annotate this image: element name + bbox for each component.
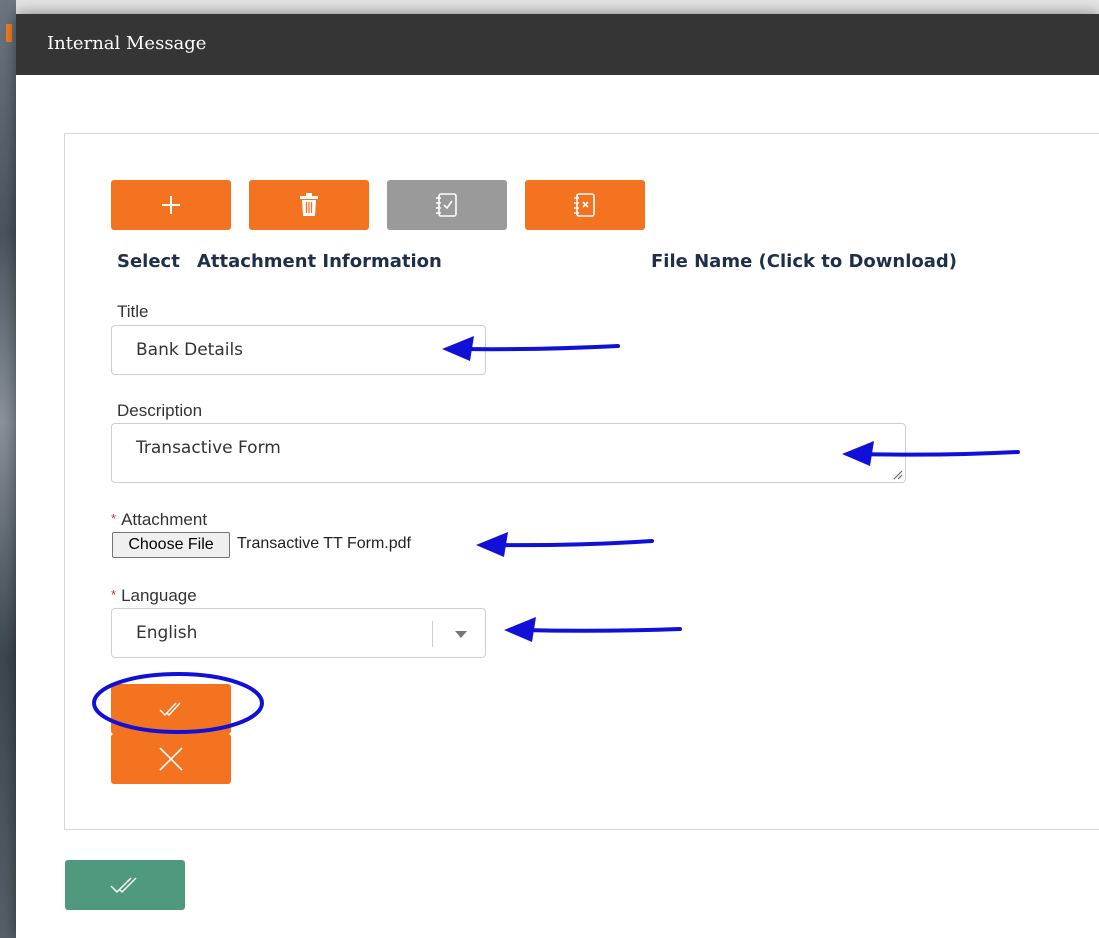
modal-title: Internal Message [47, 33, 207, 54]
attachment-file-name: Transactive TT Form.pdf [237, 535, 411, 552]
save-attachment-button[interactable] [111, 684, 231, 734]
double-check-icon [110, 877, 137, 894]
select-all-button[interactable] [387, 180, 507, 230]
attachment-label-text: Attachment [121, 510, 208, 529]
trash-icon [300, 193, 318, 216]
close-icon [159, 747, 183, 771]
cancel-attachment-button[interactable] [111, 734, 231, 784]
title-input[interactable]: Bank Details [111, 325, 486, 375]
language-label: * Language [111, 586, 197, 606]
delete-attachment-button[interactable] [249, 180, 369, 230]
title-input-value: Bank Details [136, 340, 244, 360]
required-marker: * [111, 511, 117, 526]
checklist-icon [436, 193, 457, 217]
double-check-icon [159, 702, 181, 717]
submit-message-button[interactable] [65, 860, 185, 910]
checklist-x-icon [574, 193, 595, 217]
choose-file-button[interactable]: Choose File [112, 532, 230, 558]
modal-header: Internal Message [16, 14, 1099, 75]
description-textarea-value: Transactive Form [136, 438, 281, 458]
language-select-value: English [136, 623, 198, 643]
background-accent [6, 24, 12, 42]
plus-icon [162, 196, 180, 214]
language-select[interactable]: English [111, 608, 486, 658]
description-label: Description [117, 401, 203, 420]
background-page-strip [0, 0, 16, 938]
column-header-select: Select [117, 251, 180, 272]
select-divider [432, 621, 433, 647]
title-label: Title [117, 302, 149, 321]
description-textarea[interactable]: Transactive Form [111, 423, 906, 483]
internal-message-modal: Internal Message Select Attachment Infor… [16, 14, 1099, 938]
column-header-file-name: File Name (Click to Download) [651, 251, 958, 272]
attachment-label: * Attachment [111, 510, 207, 530]
deselect-all-button[interactable] [525, 180, 645, 230]
language-label-text: Language [121, 586, 197, 605]
add-attachment-button[interactable] [111, 180, 231, 230]
required-marker: * [111, 587, 117, 602]
chevron-down-icon[interactable] [455, 631, 467, 638]
column-header-attachment-info: Attachment Information [197, 251, 442, 272]
resize-grip-icon[interactable] [891, 468, 903, 480]
